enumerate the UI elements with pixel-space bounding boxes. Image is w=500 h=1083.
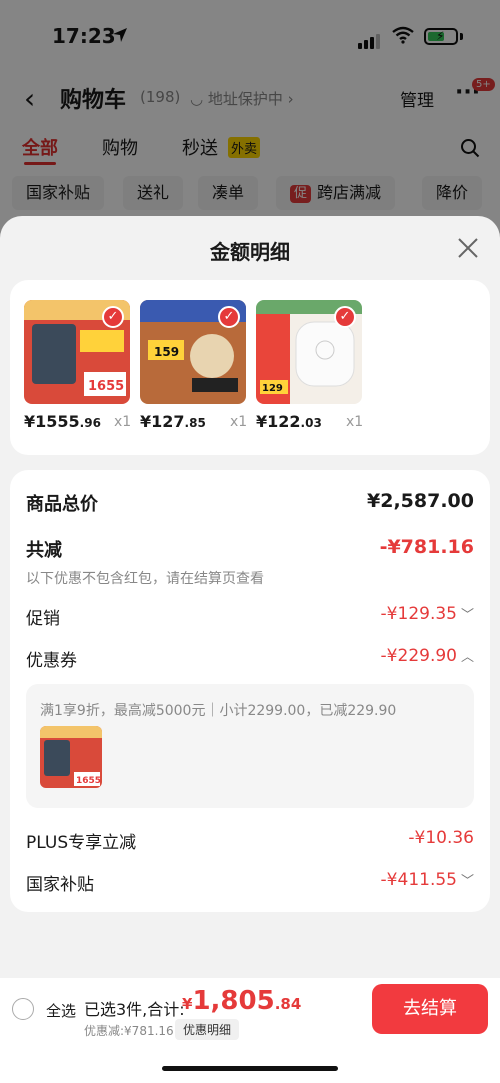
sheet-header: 金额明细 <box>0 216 500 278</box>
product-image: 159 ✓ <box>140 300 246 404</box>
discount-summary: 优惠减:¥781.16 <box>84 1024 174 1038</box>
chevron-up-icon: ︿ <box>460 650 474 665</box>
total-price-label: 商品总价 <box>26 494 98 515</box>
price-dec: .85 <box>184 416 206 430</box>
select-all-radio[interactable] <box>12 998 34 1020</box>
price-int: ¥122 <box>256 412 301 431</box>
product-thumb-price: 159 <box>154 345 179 359</box>
total-currency: ¥ <box>182 995 193 1013</box>
amount-summary-card: 商品总价 ¥2,587.00 共减 -¥781.16 以下优惠不包含红包，请在结… <box>10 470 490 912</box>
discount-detail-button[interactable]: 优惠明细 <box>175 1019 240 1040</box>
coupon-detail-box: 满1享9折，最高减5000元｜小计2299.00，已减229.90 1655 <box>26 684 474 808</box>
check-icon: ✓ <box>102 306 124 328</box>
check-icon: ✓ <box>334 306 356 328</box>
price-int: ¥1555 <box>24 412 80 431</box>
close-icon[interactable] <box>456 236 480 260</box>
promo-label: 促销 <box>26 609 60 629</box>
price-dec: .03 <box>300 416 322 430</box>
plus-label: PLUS专享立减 <box>26 833 137 853</box>
check-icon: ✓ <box>218 306 240 328</box>
chevron-down-icon: ﹀ <box>460 874 474 889</box>
subsidy-amount: -¥411.55 <box>380 870 457 890</box>
product-qty: x1 <box>346 414 364 430</box>
subsidy-label: 国家补贴 <box>26 875 94 895</box>
discount-note: 以下优惠不包含红包，请在结算页查看 <box>26 571 264 587</box>
sheet-title: 金额明细 <box>210 240 290 264</box>
chevron-down-icon: ﹀ <box>460 608 474 623</box>
product-qty: x1 <box>230 414 248 430</box>
total-dec: .84 <box>274 995 302 1013</box>
coupon-detail-text: 满1享9折，最高减5000元｜小计2299.00，已减229.90 <box>40 703 397 719</box>
product-thumb-price: 129 <box>262 383 283 394</box>
total-reduce-value: -¥781.16 <box>379 536 474 558</box>
product-qty: x1 <box>114 414 132 430</box>
price-dec: .96 <box>79 416 101 430</box>
total-amount: ¥1,805.84 <box>182 986 301 1016</box>
promo-amount: -¥129.35 <box>380 604 457 624</box>
product-price: ¥127.85 <box>140 412 206 431</box>
subsidy-row[interactable]: 国家补贴 -¥411.55 ﹀ <box>26 870 474 900</box>
product-image: 1655 ✓ <box>24 300 130 404</box>
coupon-amount: -¥229.90 <box>380 646 457 666</box>
coupon-product-image: 1655 <box>40 726 102 788</box>
home-indicator <box>162 1066 338 1071</box>
price-int: ¥127 <box>140 412 185 431</box>
total-reduce-row: 共减 -¥781.16 <box>26 536 474 566</box>
checkout-button[interactable]: 去结算 <box>372 984 488 1034</box>
total-price-value: ¥2,587.00 <box>367 490 474 512</box>
product-price: ¥1555.96 <box>24 412 101 431</box>
subsidy-value: -¥411.55 ﹀ <box>381 870 474 890</box>
total-int: 1,805 <box>192 986 275 1016</box>
coupon-label: 优惠券 <box>26 651 77 671</box>
product-price: ¥122.03 <box>256 412 322 431</box>
coupon-row[interactable]: 优惠券 -¥229.90 ︿ <box>26 646 474 676</box>
product-image: 129 ✓ <box>256 300 362 404</box>
plus-row: PLUS专享立减 -¥10.36 <box>26 828 474 858</box>
promo-value: -¥129.35 ﹀ <box>381 604 474 624</box>
dim-overlay[interactable] <box>0 0 500 240</box>
amount-detail-sheet: 金额明细 1655 ✓ ¥1555.96 x1 159 ✓ ¥127.85 x1… <box>0 216 500 1083</box>
product-list-card: 1655 ✓ ¥1555.96 x1 159 ✓ ¥127.85 x1 129 … <box>10 280 490 455</box>
total-reduce-label: 共减 <box>26 540 62 561</box>
checkout-bar: 全选 已选3件,合计: ¥1,805.84 优惠减:¥781.16 优惠明细 去… <box>0 978 500 1083</box>
coupon-thumb-price: 1655 <box>76 776 101 786</box>
total-price-row: 商品总价 ¥2,587.00 <box>26 490 474 520</box>
promo-row[interactable]: 促销 -¥129.35 ﹀ <box>26 604 474 634</box>
select-all-label[interactable]: 全选 <box>46 1000 76 1021</box>
product-thumb-price: 1655 <box>88 379 124 394</box>
plus-value: -¥10.36 <box>408 828 474 848</box>
coupon-value: -¥229.90 ︿ <box>381 646 474 666</box>
selected-count-text: 已选3件,合计: <box>84 1000 185 1019</box>
